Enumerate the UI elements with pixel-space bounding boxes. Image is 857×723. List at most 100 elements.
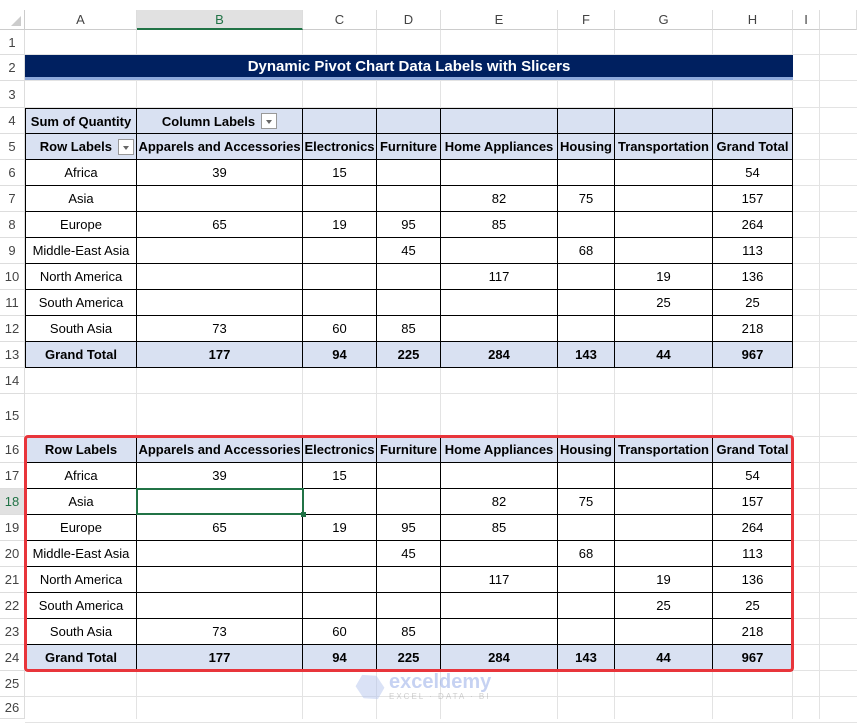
value-cell[interactable]: 117 [441, 567, 558, 593]
value-cell[interactable]: 19 [615, 567, 713, 593]
grand-total-cell[interactable]: 284 [441, 645, 558, 671]
row-header-15[interactable]: 15 [0, 394, 25, 437]
pivot-header-blank[interactable] [713, 108, 793, 134]
value-cell[interactable]: 113 [713, 238, 793, 264]
grand-total-cell[interactable]: 967 [713, 645, 793, 671]
row-label[interactable]: South America [25, 290, 137, 316]
value-cell[interactable]: 19 [615, 264, 713, 290]
row-label[interactable]: South Asia [25, 316, 137, 342]
column-header-cell[interactable]: Electronics [303, 134, 377, 160]
column-header-cell[interactable]: Transportation [615, 134, 713, 160]
value-cell[interactable]: 85 [377, 619, 441, 645]
value-cell[interactable] [441, 290, 558, 316]
column-header-cell[interactable]: Grand Total [713, 437, 793, 463]
value-cell[interactable] [303, 238, 377, 264]
row-label[interactable]: South Asia [25, 619, 137, 645]
row-label[interactable]: Middle-East Asia [25, 541, 137, 567]
row-header-22[interactable]: 22 [0, 593, 25, 619]
value-cell[interactable]: 157 [713, 186, 793, 212]
column-header-cell[interactable]: Housing [558, 437, 615, 463]
value-cell[interactable] [377, 593, 441, 619]
row-header-25[interactable]: 25 [0, 671, 25, 697]
row-label[interactable]: Asia [25, 489, 137, 515]
value-cell[interactable] [303, 186, 377, 212]
value-cell[interactable]: 218 [713, 316, 793, 342]
column-header-F[interactable]: F [558, 10, 615, 30]
pivot-header-blank[interactable] [441, 108, 558, 134]
grand-total-cell[interactable]: 44 [615, 342, 713, 368]
value-cell[interactable] [441, 619, 558, 645]
value-cell[interactable]: 25 [615, 290, 713, 316]
value-cell[interactable] [303, 290, 377, 316]
row-header-9[interactable]: 9 [0, 238, 25, 264]
row-header-16[interactable]: 16 [0, 437, 25, 463]
value-cell[interactable] [137, 541, 303, 567]
value-cell[interactable] [558, 290, 615, 316]
value-cell[interactable] [303, 541, 377, 567]
value-cell[interactable]: 39 [137, 463, 303, 489]
row-label[interactable]: North America [25, 567, 137, 593]
row-header-1[interactable]: 1 [0, 30, 25, 55]
row-header-3[interactable]: 3 [0, 81, 25, 108]
value-cell[interactable]: 25 [615, 593, 713, 619]
value-cell[interactable]: 75 [558, 489, 615, 515]
value-cell[interactable] [615, 515, 713, 541]
value-cell[interactable] [137, 489, 303, 515]
value-cell[interactable] [303, 567, 377, 593]
row-header-7[interactable]: 7 [0, 186, 25, 212]
grand-total-cell[interactable]: 225 [377, 645, 441, 671]
value-cell[interactable] [377, 264, 441, 290]
value-cell[interactable] [377, 463, 441, 489]
row-header-10[interactable]: 10 [0, 264, 25, 290]
row-header-20[interactable]: 20 [0, 541, 25, 567]
grand-total-cell[interactable]: 177 [137, 645, 303, 671]
value-cell[interactable] [377, 160, 441, 186]
row-label[interactable]: Middle-East Asia [25, 238, 137, 264]
row-header-8[interactable]: 8 [0, 212, 25, 238]
value-cell[interactable]: 82 [441, 186, 558, 212]
grand-total-cell[interactable]: 94 [303, 645, 377, 671]
value-cell[interactable]: 25 [713, 593, 793, 619]
pivot-corner-label[interactable]: Sum of Quantity [25, 108, 137, 134]
pivot-header-blank[interactable] [303, 108, 377, 134]
value-cell[interactable] [615, 619, 713, 645]
row-label[interactable]: Asia [25, 186, 137, 212]
column-header-C[interactable]: C [303, 10, 377, 30]
row-labels-header[interactable]: Row Labels [25, 134, 137, 160]
row-label[interactable]: South America [25, 593, 137, 619]
value-cell[interactable]: 85 [441, 212, 558, 238]
column-header-I[interactable]: I [793, 10, 820, 30]
value-cell[interactable] [615, 212, 713, 238]
select-all-corner[interactable] [0, 10, 25, 30]
value-cell[interactable]: 113 [713, 541, 793, 567]
column-header-cell[interactable]: Furniture [377, 134, 441, 160]
value-cell[interactable]: 15 [303, 160, 377, 186]
value-cell[interactable]: 73 [137, 316, 303, 342]
value-cell[interactable] [377, 489, 441, 515]
column-header-A[interactable]: A [25, 10, 137, 30]
value-cell[interactable]: 19 [303, 212, 377, 238]
grand-total-cell[interactable]: 225 [377, 342, 441, 368]
value-cell[interactable] [615, 238, 713, 264]
grand-total-cell[interactable]: 94 [303, 342, 377, 368]
grand-total-cell[interactable]: 284 [441, 342, 558, 368]
grand-total-cell[interactable]: 143 [558, 342, 615, 368]
value-cell[interactable]: 68 [558, 541, 615, 567]
value-cell[interactable]: 19 [303, 515, 377, 541]
value-cell[interactable] [558, 515, 615, 541]
grand-total-cell[interactable]: 177 [137, 342, 303, 368]
value-cell[interactable] [558, 619, 615, 645]
column-header-cell[interactable]: Housing [558, 134, 615, 160]
value-cell[interactable] [615, 186, 713, 212]
value-cell[interactable]: 39 [137, 160, 303, 186]
value-cell[interactable] [558, 316, 615, 342]
pivot-header-blank[interactable] [377, 108, 441, 134]
value-cell[interactable] [303, 264, 377, 290]
value-cell[interactable] [377, 567, 441, 593]
value-cell[interactable] [377, 290, 441, 316]
grand-total-cell[interactable]: 143 [558, 645, 615, 671]
value-cell[interactable]: 157 [713, 489, 793, 515]
value-cell[interactable]: 136 [713, 264, 793, 290]
value-cell[interactable]: 75 [558, 186, 615, 212]
value-cell[interactable]: 85 [441, 515, 558, 541]
